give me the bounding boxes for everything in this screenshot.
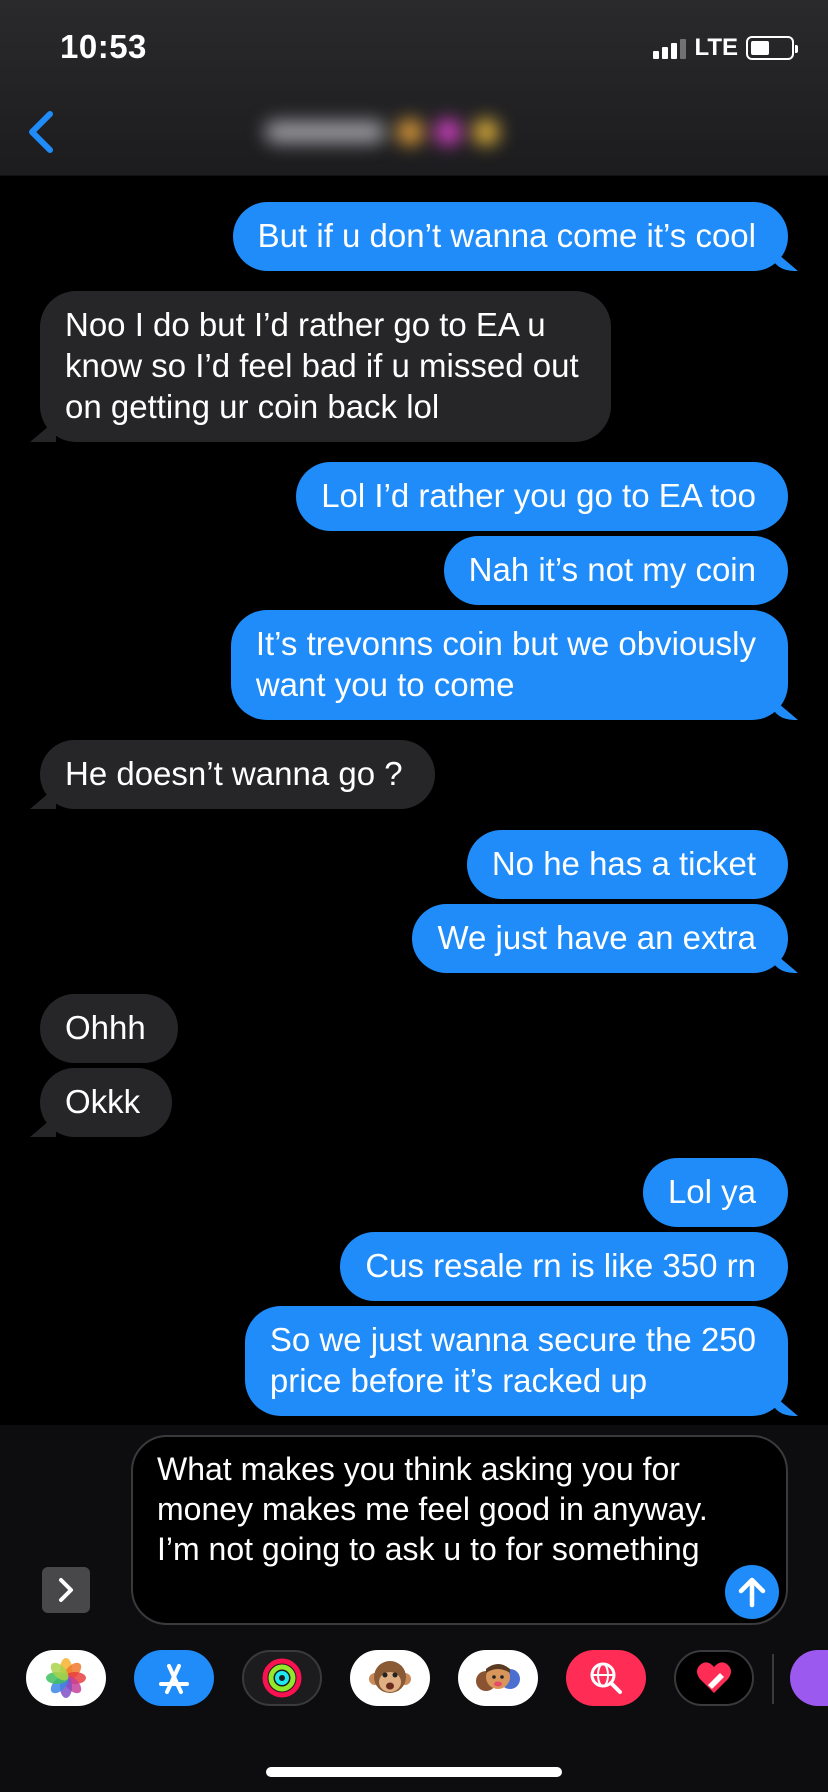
message-bubble-outgoing: Cus resale rn is like 350 rn xyxy=(340,1232,788,1301)
status-time: 10:53 xyxy=(60,28,147,65)
message-bubble-outgoing: It’s trevonns coin but we obviously want… xyxy=(230,610,788,720)
more-apps-icon[interactable] xyxy=(790,1650,828,1706)
network-label: LTE xyxy=(694,34,738,61)
photos-app-icon[interactable] xyxy=(26,1650,106,1706)
back-button[interactable] xyxy=(22,108,62,156)
send-button[interactable] xyxy=(725,1565,779,1619)
memoji-icon[interactable] xyxy=(458,1650,538,1706)
arrow-up-icon xyxy=(738,1577,766,1608)
globe-search-icon xyxy=(590,1662,622,1694)
app-store-glyph-icon xyxy=(159,1664,189,1694)
digital-touch-icon[interactable] xyxy=(674,1650,754,1706)
monkey-face-icon xyxy=(369,1661,411,1693)
message-bubble-outgoing: No he has a ticket xyxy=(466,830,788,899)
message-bubble-incoming: He doesn’t wanna go ? xyxy=(40,740,435,809)
message-bubble-outgoing: Lol I’d rather you go to EA too xyxy=(296,462,788,531)
message-bubble-outgoing: Nah it’s not my coin xyxy=(443,536,788,605)
message-bubble-outgoing: But if u don’t wanna come it’s cool xyxy=(232,202,788,271)
message-bubble-outgoing: We just have an extra xyxy=(412,904,788,973)
message-bubble-incoming: Ohhh xyxy=(40,994,178,1063)
expand-apps-button[interactable] xyxy=(42,1567,90,1613)
animoji-icon[interactable] xyxy=(350,1650,430,1706)
navigation-header: 10:53 LTE xyxy=(0,0,828,176)
web-search-icon[interactable] xyxy=(566,1650,646,1706)
photos-flower-icon xyxy=(46,1658,86,1698)
drawer-divider xyxy=(772,1654,774,1704)
chevron-right-icon xyxy=(59,1578,73,1602)
message-thread[interactable]: But if u don’t wanna come it’s cool Noo … xyxy=(0,150,828,1425)
message-bubble-incoming: Noo I do but I’d rather go to EA u know … xyxy=(40,291,611,442)
battery-icon xyxy=(746,36,798,60)
status-indicators: LTE xyxy=(653,34,798,62)
activity-rings-icon xyxy=(262,1658,302,1698)
heart-touch-icon xyxy=(697,1662,731,1693)
message-bubble-outgoing: So we just wanna secure the 250 price be… xyxy=(244,1306,788,1416)
signal-icon xyxy=(653,37,687,59)
composer-area: What makes you think asking you for mone… xyxy=(0,1425,828,1632)
message-bubble-outgoing: Lol ya xyxy=(642,1158,788,1227)
message-bubble-incoming: Okkk xyxy=(40,1068,173,1137)
app-store-icon[interactable] xyxy=(134,1650,214,1706)
app-drawer xyxy=(0,1632,828,1792)
chevron-left-icon xyxy=(29,111,53,153)
message-input[interactable]: What makes you think asking you for mone… xyxy=(131,1435,788,1625)
contact-name-blurred[interactable] xyxy=(265,112,545,152)
activity-icon[interactable] xyxy=(242,1650,322,1706)
home-indicator[interactable] xyxy=(266,1767,562,1777)
memoji-faces-icon xyxy=(476,1664,520,1691)
